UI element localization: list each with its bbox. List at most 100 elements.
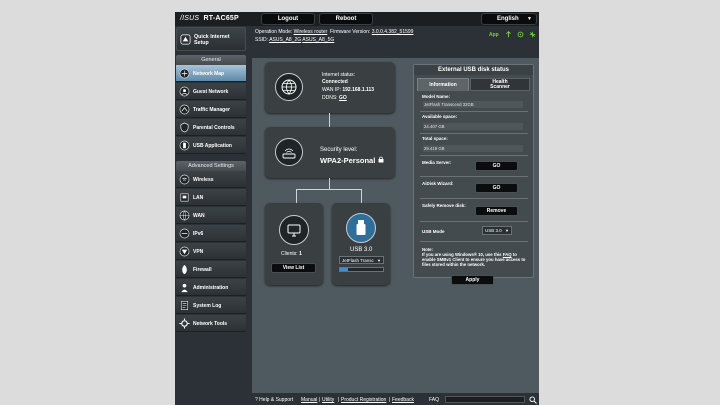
router-icon bbox=[275, 138, 303, 166]
ssid-label: SSID: bbox=[255, 37, 269, 43]
op-mode-label: Operation Mode: bbox=[255, 29, 293, 35]
sidebar-item-lan[interactable]: LAN bbox=[176, 189, 246, 206]
logout-button[interactable]: Logout bbox=[261, 13, 315, 25]
usb-application-icon bbox=[179, 140, 190, 151]
sidebar-item-administration[interactable]: Administration bbox=[176, 279, 246, 296]
sidebar-item-network-map[interactable]: Network Map bbox=[176, 65, 246, 82]
separator: | bbox=[319, 397, 321, 403]
clients-count: 1 bbox=[299, 251, 302, 257]
internet-status-icon[interactable] bbox=[517, 31, 524, 38]
media-server-go-button[interactable]: GO bbox=[475, 161, 518, 171]
firmware-link[interactable]: 3.0.0.4.382_51599 bbox=[372, 29, 414, 35]
sidebar-item-usb-application[interactable]: USB Application bbox=[176, 137, 246, 154]
usb-drive-icon bbox=[346, 213, 376, 243]
divider bbox=[420, 241, 528, 242]
tab-health-scanner[interactable]: Health Scanner bbox=[470, 78, 530, 91]
sidebar-item-vpn[interactable]: VPN bbox=[176, 243, 246, 260]
status-info-bar: Operation Mode: Wireless router Firmware… bbox=[255, 27, 539, 55]
router-security-box[interactable]: Security level: WPA2-Personal bbox=[265, 127, 395, 178]
chevron-down-icon: ▼ bbox=[527, 16, 532, 22]
network-status-icon[interactable] bbox=[529, 31, 536, 38]
usb-device-select[interactable]: JetFlash Transc ▼ bbox=[339, 256, 384, 264]
aidisk-go-button[interactable]: GO bbox=[475, 183, 518, 193]
aidisk-wizard-label: AiDisk Wizard: bbox=[422, 181, 454, 186]
firewall-icon bbox=[182, 264, 187, 275]
model-name-value: JetFlash Transcend 32GB bbox=[423, 101, 523, 108]
sidebar-item-wireless[interactable]: Wireless bbox=[176, 171, 246, 188]
ssid-5g-link[interactable]: ASUS_A8_5G bbox=[302, 37, 334, 43]
separator: | bbox=[338, 397, 340, 403]
traffic-manager-icon bbox=[179, 104, 190, 115]
app-label[interactable]: App bbox=[489, 32, 499, 38]
divider bbox=[420, 198, 528, 199]
sidebar-item-network-tools[interactable]: Network Tools bbox=[176, 315, 246, 332]
asus-logo: /ISUS RT-AC65P bbox=[180, 15, 239, 22]
apply-button[interactable]: Apply bbox=[451, 275, 494, 285]
sidebar-item-parental-controls[interactable]: Parental Controls bbox=[176, 119, 246, 136]
sidebar-item-label: LAN bbox=[193, 195, 204, 201]
security-level-value: WPA2-Personal bbox=[320, 156, 376, 165]
quick-setup-icon bbox=[180, 34, 191, 45]
usb-mode-select[interactable]: USB 3.0 ▼ bbox=[482, 226, 512, 235]
total-space-value: 29.419 GB bbox=[423, 145, 523, 152]
sidebar-item-label: Traffic Manager bbox=[193, 107, 230, 113]
search-icon[interactable] bbox=[529, 396, 537, 404]
divider bbox=[420, 133, 528, 134]
tab-information[interactable]: Information bbox=[417, 78, 469, 91]
sidebar-item-guest-network[interactable]: Guest Network bbox=[176, 83, 246, 100]
language-select[interactable]: English ▼ bbox=[481, 13, 537, 25]
sidebar-item-system-log[interactable]: System Log bbox=[176, 297, 246, 314]
clients-box[interactable]: Clients: 1 View List bbox=[265, 203, 323, 285]
firmware-label: Firmware Version: bbox=[330, 29, 371, 35]
sidebar-item-ipv6[interactable]: IPv6 bbox=[176, 225, 246, 242]
internet-status-value: Connected bbox=[322, 79, 348, 85]
help-support-label: Help & Support bbox=[259, 397, 294, 403]
feedback-link[interactable]: Feedback bbox=[392, 397, 414, 403]
reboot-button[interactable]: Reboot bbox=[319, 13, 373, 25]
general-section-header: General bbox=[176, 55, 246, 65]
parental-controls-icon bbox=[180, 122, 189, 133]
sidebar-item-label: Network Tools bbox=[193, 321, 228, 327]
quick-internet-setup-button[interactable]: Quick Internet Setup bbox=[176, 27, 246, 51]
total-space-label: Total space: bbox=[422, 136, 448, 141]
separator: | bbox=[389, 397, 391, 403]
globe-icon bbox=[275, 73, 303, 101]
usb-usage-fill bbox=[340, 268, 348, 271]
router-admin-frame: /ISUS RT-AC65P Logout Reboot English ▼ O… bbox=[175, 12, 539, 405]
ssid-2g-link[interactable]: ASUS_A8_2G bbox=[269, 37, 301, 43]
op-mode-link[interactable]: Wireless router bbox=[294, 29, 328, 35]
internet-status-box[interactable]: Internet status: Connected WAN IP: 192.1… bbox=[265, 62, 395, 113]
administration-icon bbox=[181, 283, 188, 293]
wireless-icon bbox=[179, 174, 190, 185]
remove-disk-button[interactable]: Remove bbox=[475, 206, 518, 216]
help-icon: ? bbox=[255, 397, 258, 403]
divider bbox=[420, 155, 528, 156]
network-tools-icon bbox=[179, 318, 190, 329]
divider bbox=[420, 176, 528, 177]
sidebar-item-label: Firewall bbox=[193, 267, 212, 273]
footer-bar: ? Help & Support Manual | Utility | Prod… bbox=[255, 395, 539, 405]
top-header-bar: /ISUS RT-AC65P Logout Reboot English ▼ bbox=[175, 12, 539, 26]
system-log-icon bbox=[181, 301, 188, 310]
sidebar-item-label: VPN bbox=[193, 249, 204, 255]
guest-network-icon bbox=[179, 86, 190, 97]
utility-link[interactable]: Utility bbox=[322, 397, 334, 403]
divider bbox=[420, 111, 528, 112]
panel-title: External USB disk status bbox=[414, 65, 533, 75]
ddns-go-link[interactable]: GO bbox=[339, 95, 347, 101]
sidebar-item-traffic-manager[interactable]: Traffic Manager bbox=[176, 101, 246, 118]
sidebar-item-label: System Log bbox=[193, 303, 222, 309]
view-list-button[interactable]: View List bbox=[271, 263, 316, 273]
sidebar-item-firewall[interactable]: Firewall bbox=[176, 261, 246, 278]
sidebar-item-label: Network Map bbox=[193, 71, 225, 77]
usb-device-box[interactable]: USB 3.0 JetFlash Transc ▼ bbox=[332, 203, 390, 285]
faq-search-input[interactable] bbox=[445, 396, 525, 403]
sidebar-item-wan[interactable]: WAN bbox=[176, 207, 246, 224]
brand-name: /ISUS bbox=[180, 15, 200, 22]
manual-link[interactable]: Manual bbox=[301, 397, 317, 403]
product-registration-link[interactable]: Product Registration bbox=[341, 397, 386, 403]
ddns-row: DDNS: GO bbox=[322, 95, 347, 101]
connector-line bbox=[361, 189, 362, 203]
usb-status-icon[interactable] bbox=[505, 31, 512, 38]
usb-device-value: JetFlash Transc bbox=[342, 257, 374, 263]
